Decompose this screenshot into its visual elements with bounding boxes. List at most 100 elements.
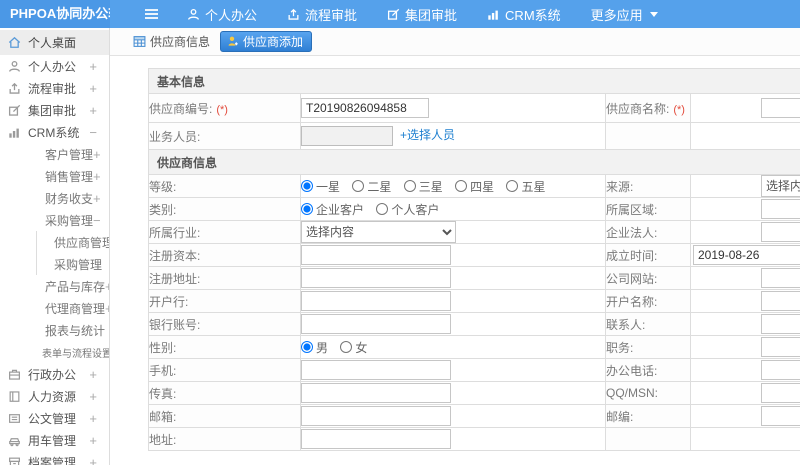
category-option[interactable]: 个人客户 [376, 201, 439, 218]
website-input[interactable] [761, 268, 800, 288]
founded-date-input[interactable] [693, 245, 800, 265]
level-radio-5[interactable] [506, 180, 519, 192]
sidebar-item-hr[interactable]: 人力资源 + [0, 385, 109, 407]
source-select[interactable]: 选择内容 [761, 175, 800, 197]
sidebar-item-label: 人力资源 [28, 389, 77, 404]
capital-input[interactable] [301, 245, 451, 265]
address-input[interactable] [301, 429, 451, 449]
expand-toggle[interactable]: + [93, 147, 101, 162]
expand-toggle[interactable]: + [93, 191, 101, 206]
topmenu-label: 更多应用 [590, 7, 643, 23]
category-radio-2[interactable] [376, 203, 389, 215]
required-mark: (*) [673, 103, 685, 116]
workflow-icon [8, 82, 22, 95]
chart-icon [487, 8, 500, 21]
select-staff-link[interactable]: +选择人员 [400, 128, 455, 142]
bank-input[interactable] [301, 291, 451, 311]
gender-radio-female[interactable] [340, 341, 353, 353]
supplier-no-input[interactable] [301, 98, 429, 118]
expand-toggle[interactable]: + [93, 169, 101, 184]
expand-toggle[interactable]: + [89, 411, 97, 426]
sidebar-item-label: 个人办公 [28, 59, 77, 74]
contact-input[interactable] [761, 314, 800, 334]
mobile-label: 手机: [148, 358, 301, 382]
sidebar-item-supplier-mgmt[interactable]: 供应商管理 [37, 231, 109, 253]
topmenu-group-approval[interactable]: 集团审批 [387, 5, 457, 24]
level-radio-4[interactable] [455, 180, 468, 192]
email-input[interactable] [301, 406, 451, 426]
bank-no-input[interactable] [301, 314, 451, 334]
collapse-toggle[interactable]: − [89, 125, 97, 140]
collapse-toggle[interactable]: − [93, 213, 101, 228]
section-title-supplier-info: 供应商信息 [147, 149, 800, 175]
account-name-input[interactable] [761, 291, 800, 311]
sidebar-item-label: 档案管理 [28, 455, 77, 465]
region-input[interactable] [761, 199, 800, 219]
level-option[interactable]: 三星 [403, 178, 443, 195]
mobile-input[interactable] [301, 360, 451, 380]
fax-input[interactable] [301, 383, 451, 403]
gender-radio-male[interactable] [301, 341, 313, 353]
sidebar-item-purchase-mgmt[interactable]: 采购管理 − [0, 209, 109, 231]
sidebar-item-label: 代理商管理 [45, 301, 106, 316]
sidebar-item-form-flow-settings[interactable]: 表单与流程设置 + [0, 341, 109, 363]
sidebar-item-workflow-approval[interactable]: 流程审批 + [0, 77, 109, 99]
level-option[interactable]: 四星 [455, 178, 494, 195]
sidebar-item-document-mgmt[interactable]: 公文管理 + [0, 407, 109, 429]
topmenu-crm-system[interactable]: CRM系统 [487, 5, 561, 24]
sidebar-item-label: 用车管理 [28, 433, 77, 448]
level-option[interactable]: 五星 [506, 178, 545, 195]
sidebar-item-product-inventory[interactable]: 产品与库存 + [0, 275, 109, 297]
sidebar-item-archive-mgmt[interactable]: 档案管理 + [0, 451, 109, 465]
topmenu-more-apps[interactable]: 更多应用 [591, 5, 658, 24]
sidebar-item-vehicle-mgmt[interactable]: 用车管理 + [0, 429, 109, 451]
topmenu-workflow-approval[interactable]: 流程审批 [287, 5, 357, 24]
sidebar-item-personal-desktop[interactable]: 个人桌面 [0, 30, 109, 55]
expand-toggle[interactable]: + [89, 455, 97, 465]
expand-toggle[interactable]: + [89, 81, 97, 96]
category-radio-1[interactable] [301, 203, 313, 215]
industry-select[interactable]: 选择内容 [301, 221, 456, 243]
sidebar-item-label: 客户管理 [45, 147, 94, 162]
sidebar-item-finance[interactable]: 财务收支 + [0, 187, 109, 209]
expand-toggle[interactable]: + [89, 433, 97, 448]
sidebar-item-personal-office[interactable]: 个人办公 + [0, 55, 109, 77]
sidebar-item-label: 个人桌面 [28, 36, 77, 50]
reg-address-input[interactable] [301, 268, 451, 288]
supplier-name-input[interactable] [761, 98, 800, 118]
level-option[interactable]: 二星 [352, 178, 391, 195]
sidebar-item-admin-office[interactable]: 行政办公 + [0, 363, 109, 385]
office-tel-input[interactable] [761, 360, 800, 380]
level-radio-2[interactable] [352, 180, 365, 192]
staff-input[interactable] [301, 126, 393, 146]
sidebar-item-crm-system[interactable]: CRM系统 − [0, 121, 109, 143]
gender-option[interactable]: 男 [301, 339, 328, 356]
expand-toggle[interactable]: + [89, 103, 97, 118]
sidebar-item-group-approval[interactable]: 集团审批 + [0, 99, 109, 121]
level-radio-3[interactable] [403, 180, 416, 192]
topmenu-personal-office[interactable]: 个人办公 [187, 5, 257, 24]
gender-option[interactable]: 女 [340, 339, 367, 356]
topmenu-label: 集团审批 [405, 7, 458, 23]
sidebar-item-purchase-mgmt-sub[interactable]: 采购管理 [37, 253, 109, 275]
zip-input[interactable] [761, 406, 800, 426]
level-option[interactable]: 一星 [301, 178, 340, 195]
expand-toggle[interactable]: + [89, 367, 97, 382]
expand-toggle[interactable]: + [89, 389, 97, 404]
level-radio-1[interactable] [301, 180, 313, 192]
menu-toggle-icon[interactable] [144, 8, 159, 20]
sidebar-item-sales-mgmt[interactable]: 销售管理 + [0, 165, 109, 187]
tab-supplier-info[interactable]: 供应商信息 [133, 33, 210, 50]
sidebar-item-reports-stats[interactable]: 报表与统计 [0, 319, 109, 341]
expand-toggle[interactable]: + [89, 59, 97, 74]
sidebar-item-customer-mgmt[interactable]: 客户管理 + [0, 143, 109, 165]
tab-supplier-add[interactable]: 供应商添加 [220, 31, 313, 52]
position-input[interactable] [761, 337, 800, 357]
sidebar-item-agent-mgmt[interactable]: 代理商管理 + [0, 297, 109, 319]
category-option[interactable]: 企业客户 [301, 201, 364, 218]
legal-person-input[interactable] [761, 222, 800, 242]
topmenu-label: CRM系统 [505, 7, 561, 23]
car-icon [8, 434, 22, 447]
qq-input[interactable] [761, 383, 800, 403]
supplier-no-label: 供应商编号: (*) [148, 93, 301, 123]
